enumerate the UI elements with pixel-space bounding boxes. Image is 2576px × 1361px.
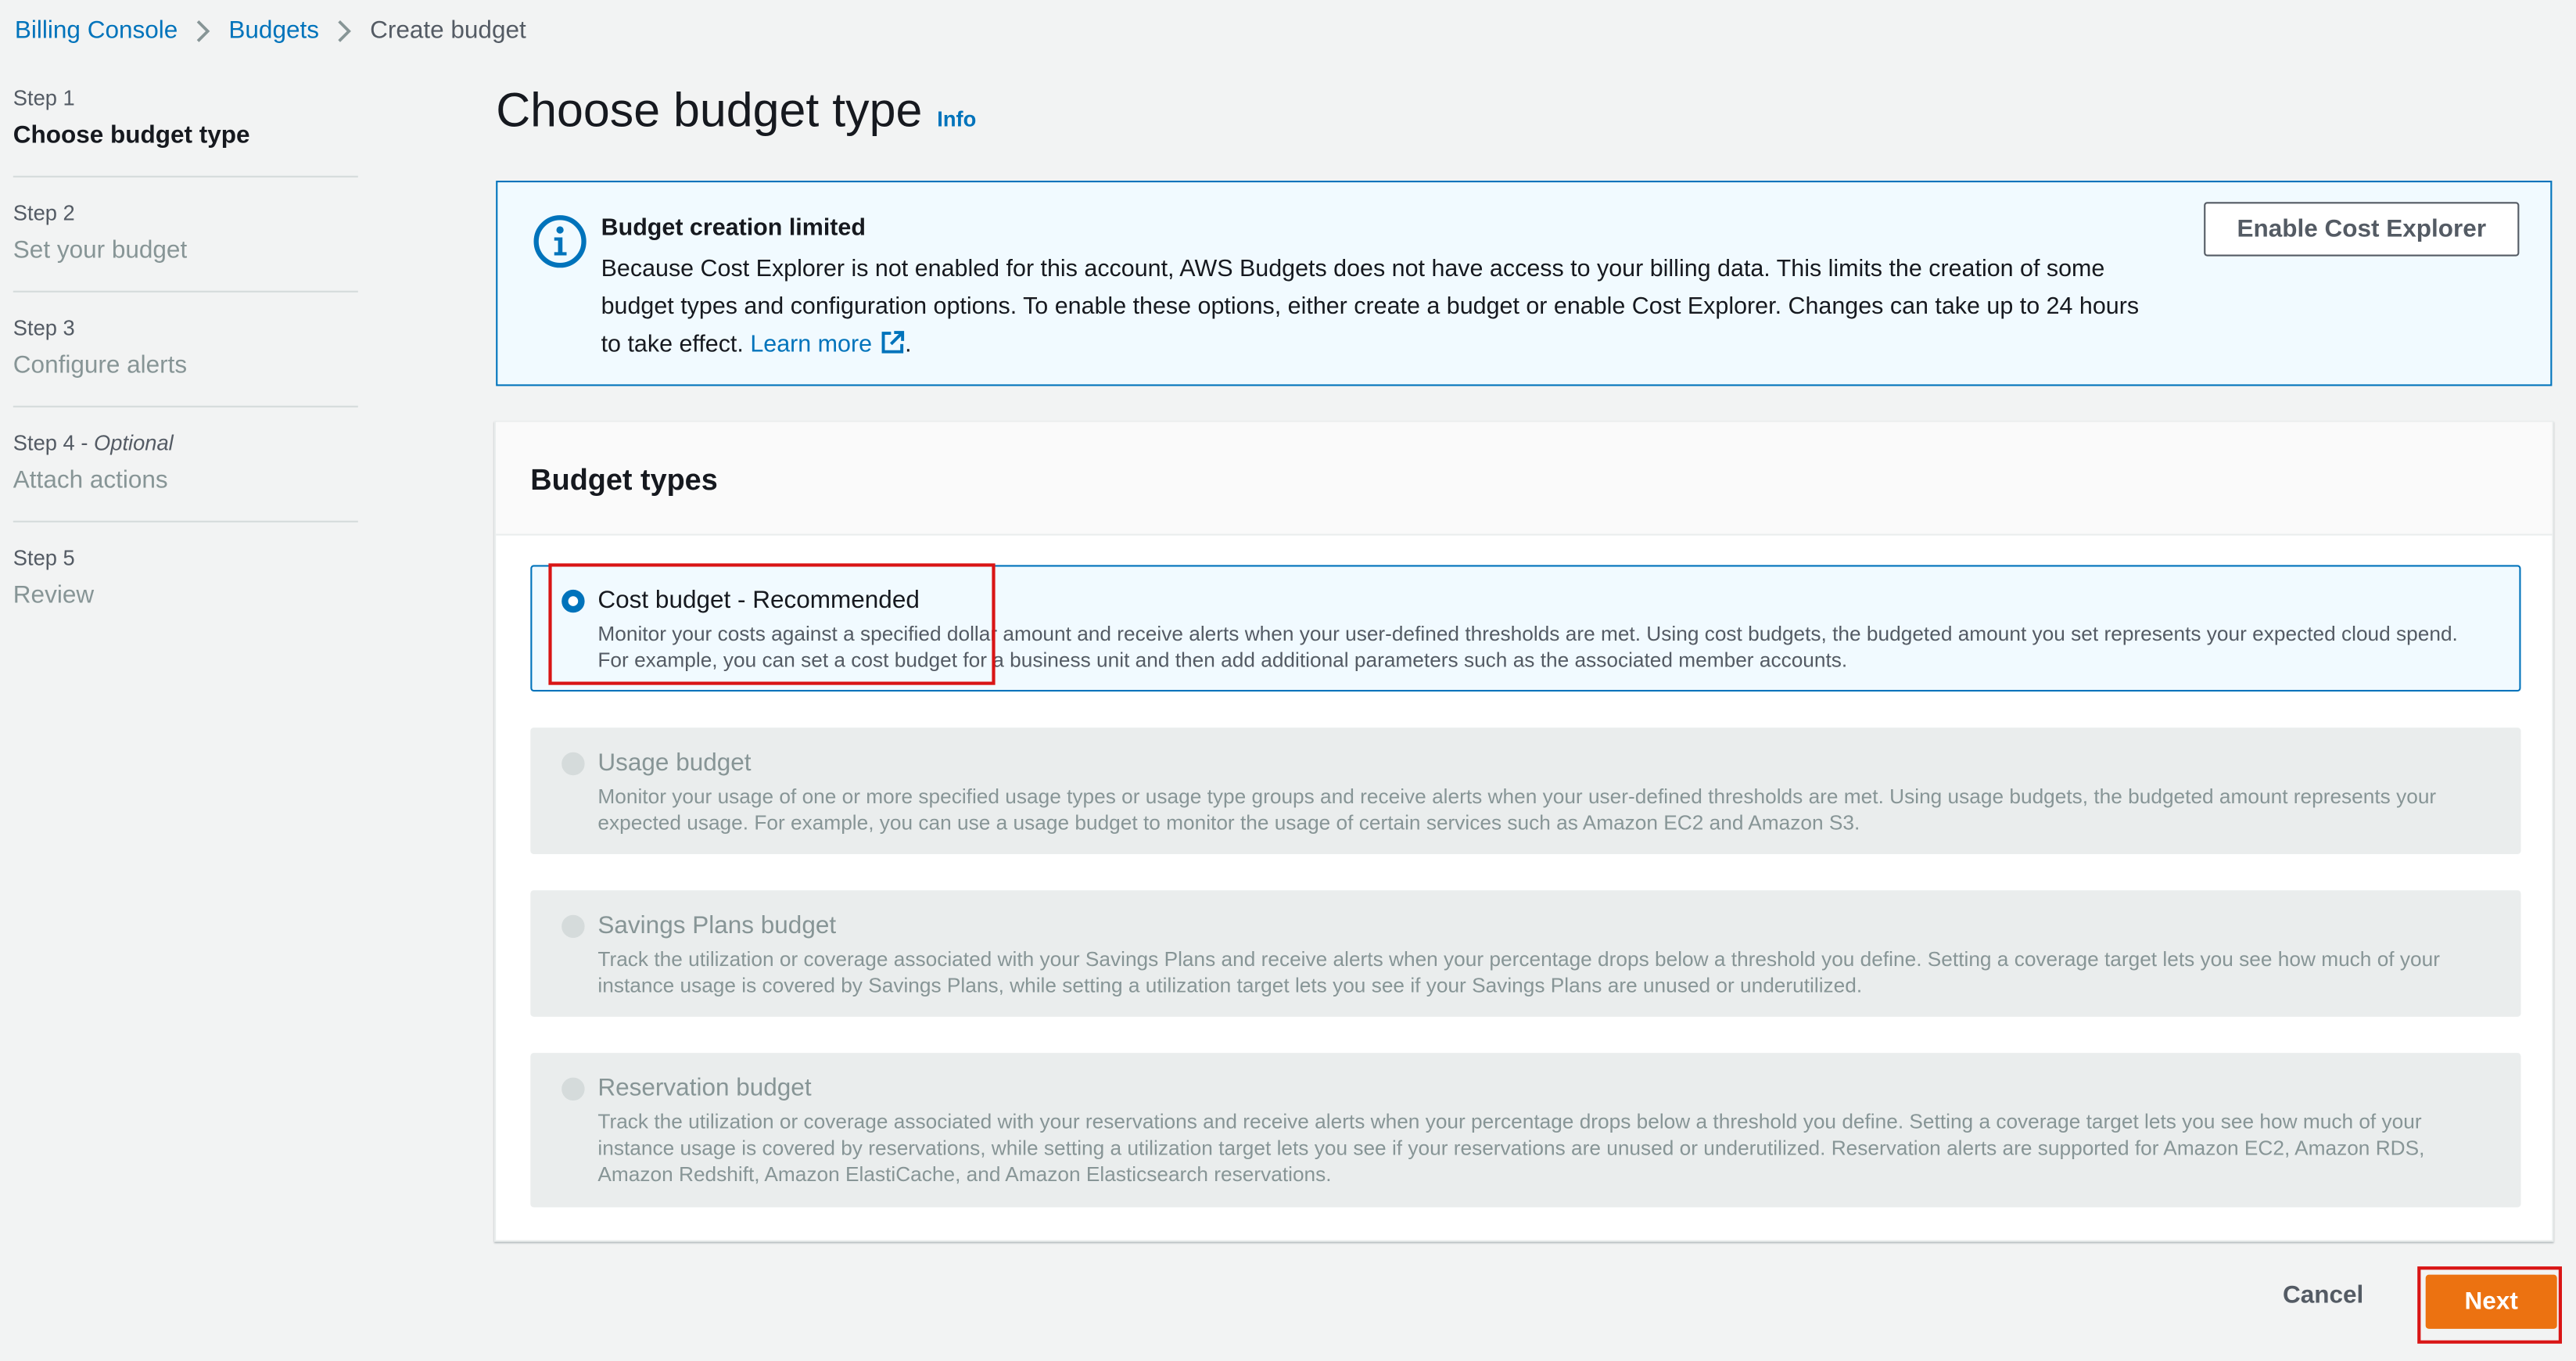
wizard-step-1: Step 1 Choose budget type xyxy=(13,85,358,178)
breadcrumb-billing-console[interactable]: Billing Console xyxy=(15,16,178,45)
next-button[interactable]: Next xyxy=(2425,1274,2557,1329)
budget-type-title: Savings Plans budget xyxy=(597,911,837,940)
page-header: Choose budget type Info xyxy=(496,85,976,139)
budget-type-title: Reservation budget xyxy=(597,1074,812,1103)
external-link-icon xyxy=(881,331,905,354)
wizard-step-4[interactable]: Step 4 - Optional Attach actions xyxy=(13,430,358,522)
step-title: Configure alerts xyxy=(13,351,188,380)
alert-body-end: . xyxy=(905,332,912,358)
step-number: Step 2 xyxy=(13,200,75,225)
highlight-box-cost-budget xyxy=(548,563,996,685)
info-link[interactable]: Info xyxy=(937,107,976,132)
budget-type-savings-plans[interactable]: Savings Plans budget Track the utilizati… xyxy=(530,890,2521,1017)
step-title: Set your budget xyxy=(13,236,188,265)
page: Billing Console Budgets Create budget St… xyxy=(0,0,2575,1360)
budget-types-container: Budget types Cost budget - Recommended M… xyxy=(494,420,2554,1242)
page-title: Choose budget type xyxy=(496,85,923,138)
wizard-step-2[interactable]: Step 2 Set your budget xyxy=(13,200,358,293)
step-number-text: Step 4 xyxy=(13,430,75,455)
info-circle-icon xyxy=(533,215,587,268)
wizard-step-3[interactable]: Step 3 Configure alerts xyxy=(13,315,358,408)
budget-type-usage[interactable]: Usage budget Monitor your usage of one o… xyxy=(530,727,2521,854)
chevron-right-icon xyxy=(196,19,210,41)
budget-type-description: Monitor your usage of one or more specif… xyxy=(597,785,2437,835)
radio-unselected[interactable] xyxy=(561,752,585,776)
budget-limited-alert: Budget creation limited Because Cost Exp… xyxy=(496,180,2553,386)
radio-unselected[interactable] xyxy=(561,1077,585,1101)
step-number: Step 4 - Optional xyxy=(13,430,174,455)
breadcrumb-budgets[interactable]: Budgets xyxy=(228,16,319,45)
step-title: Attach actions xyxy=(13,466,168,495)
budget-type-reservation[interactable]: Reservation budget Track the utilization… xyxy=(530,1053,2521,1208)
budget-type-description: Track the utilization or coverage associ… xyxy=(597,1110,2425,1187)
budget-type-title: Usage budget xyxy=(597,749,752,777)
chevron-right-icon xyxy=(337,19,352,41)
step-number: Step 1 xyxy=(13,85,75,110)
breadcrumb-current: Create budget xyxy=(370,16,526,45)
budget-types-title: Budget types xyxy=(530,463,718,497)
alert-title: Budget creation limited xyxy=(601,215,866,242)
step-number: Step 5 xyxy=(13,545,75,570)
budget-type-description: Track the utilization or coverage associ… xyxy=(597,947,2440,997)
step-optional-label: Optional xyxy=(94,430,174,455)
learn-more-link[interactable]: Learn more xyxy=(750,331,905,358)
enable-cost-explorer-button[interactable]: Enable Cost Explorer xyxy=(2204,202,2520,257)
learn-more-label: Learn more xyxy=(750,332,873,358)
step-number: Step 3 xyxy=(13,315,75,340)
radio-unselected[interactable] xyxy=(561,914,585,939)
alert-body: Because Cost Explorer is not enabled for… xyxy=(601,251,2145,364)
wizard-step-5[interactable]: Step 5 Review xyxy=(13,545,358,636)
step-title: Review xyxy=(13,581,95,610)
budget-types-header: Budget types xyxy=(496,422,2553,536)
wizard-steps: Step 1 Choose budget type Step 2 Set you… xyxy=(13,85,358,659)
breadcrumb: Billing Console Budgets Create budget xyxy=(15,16,526,45)
step-title: Choose budget type xyxy=(13,121,250,150)
cancel-button[interactable]: Cancel xyxy=(2283,1281,2363,1309)
